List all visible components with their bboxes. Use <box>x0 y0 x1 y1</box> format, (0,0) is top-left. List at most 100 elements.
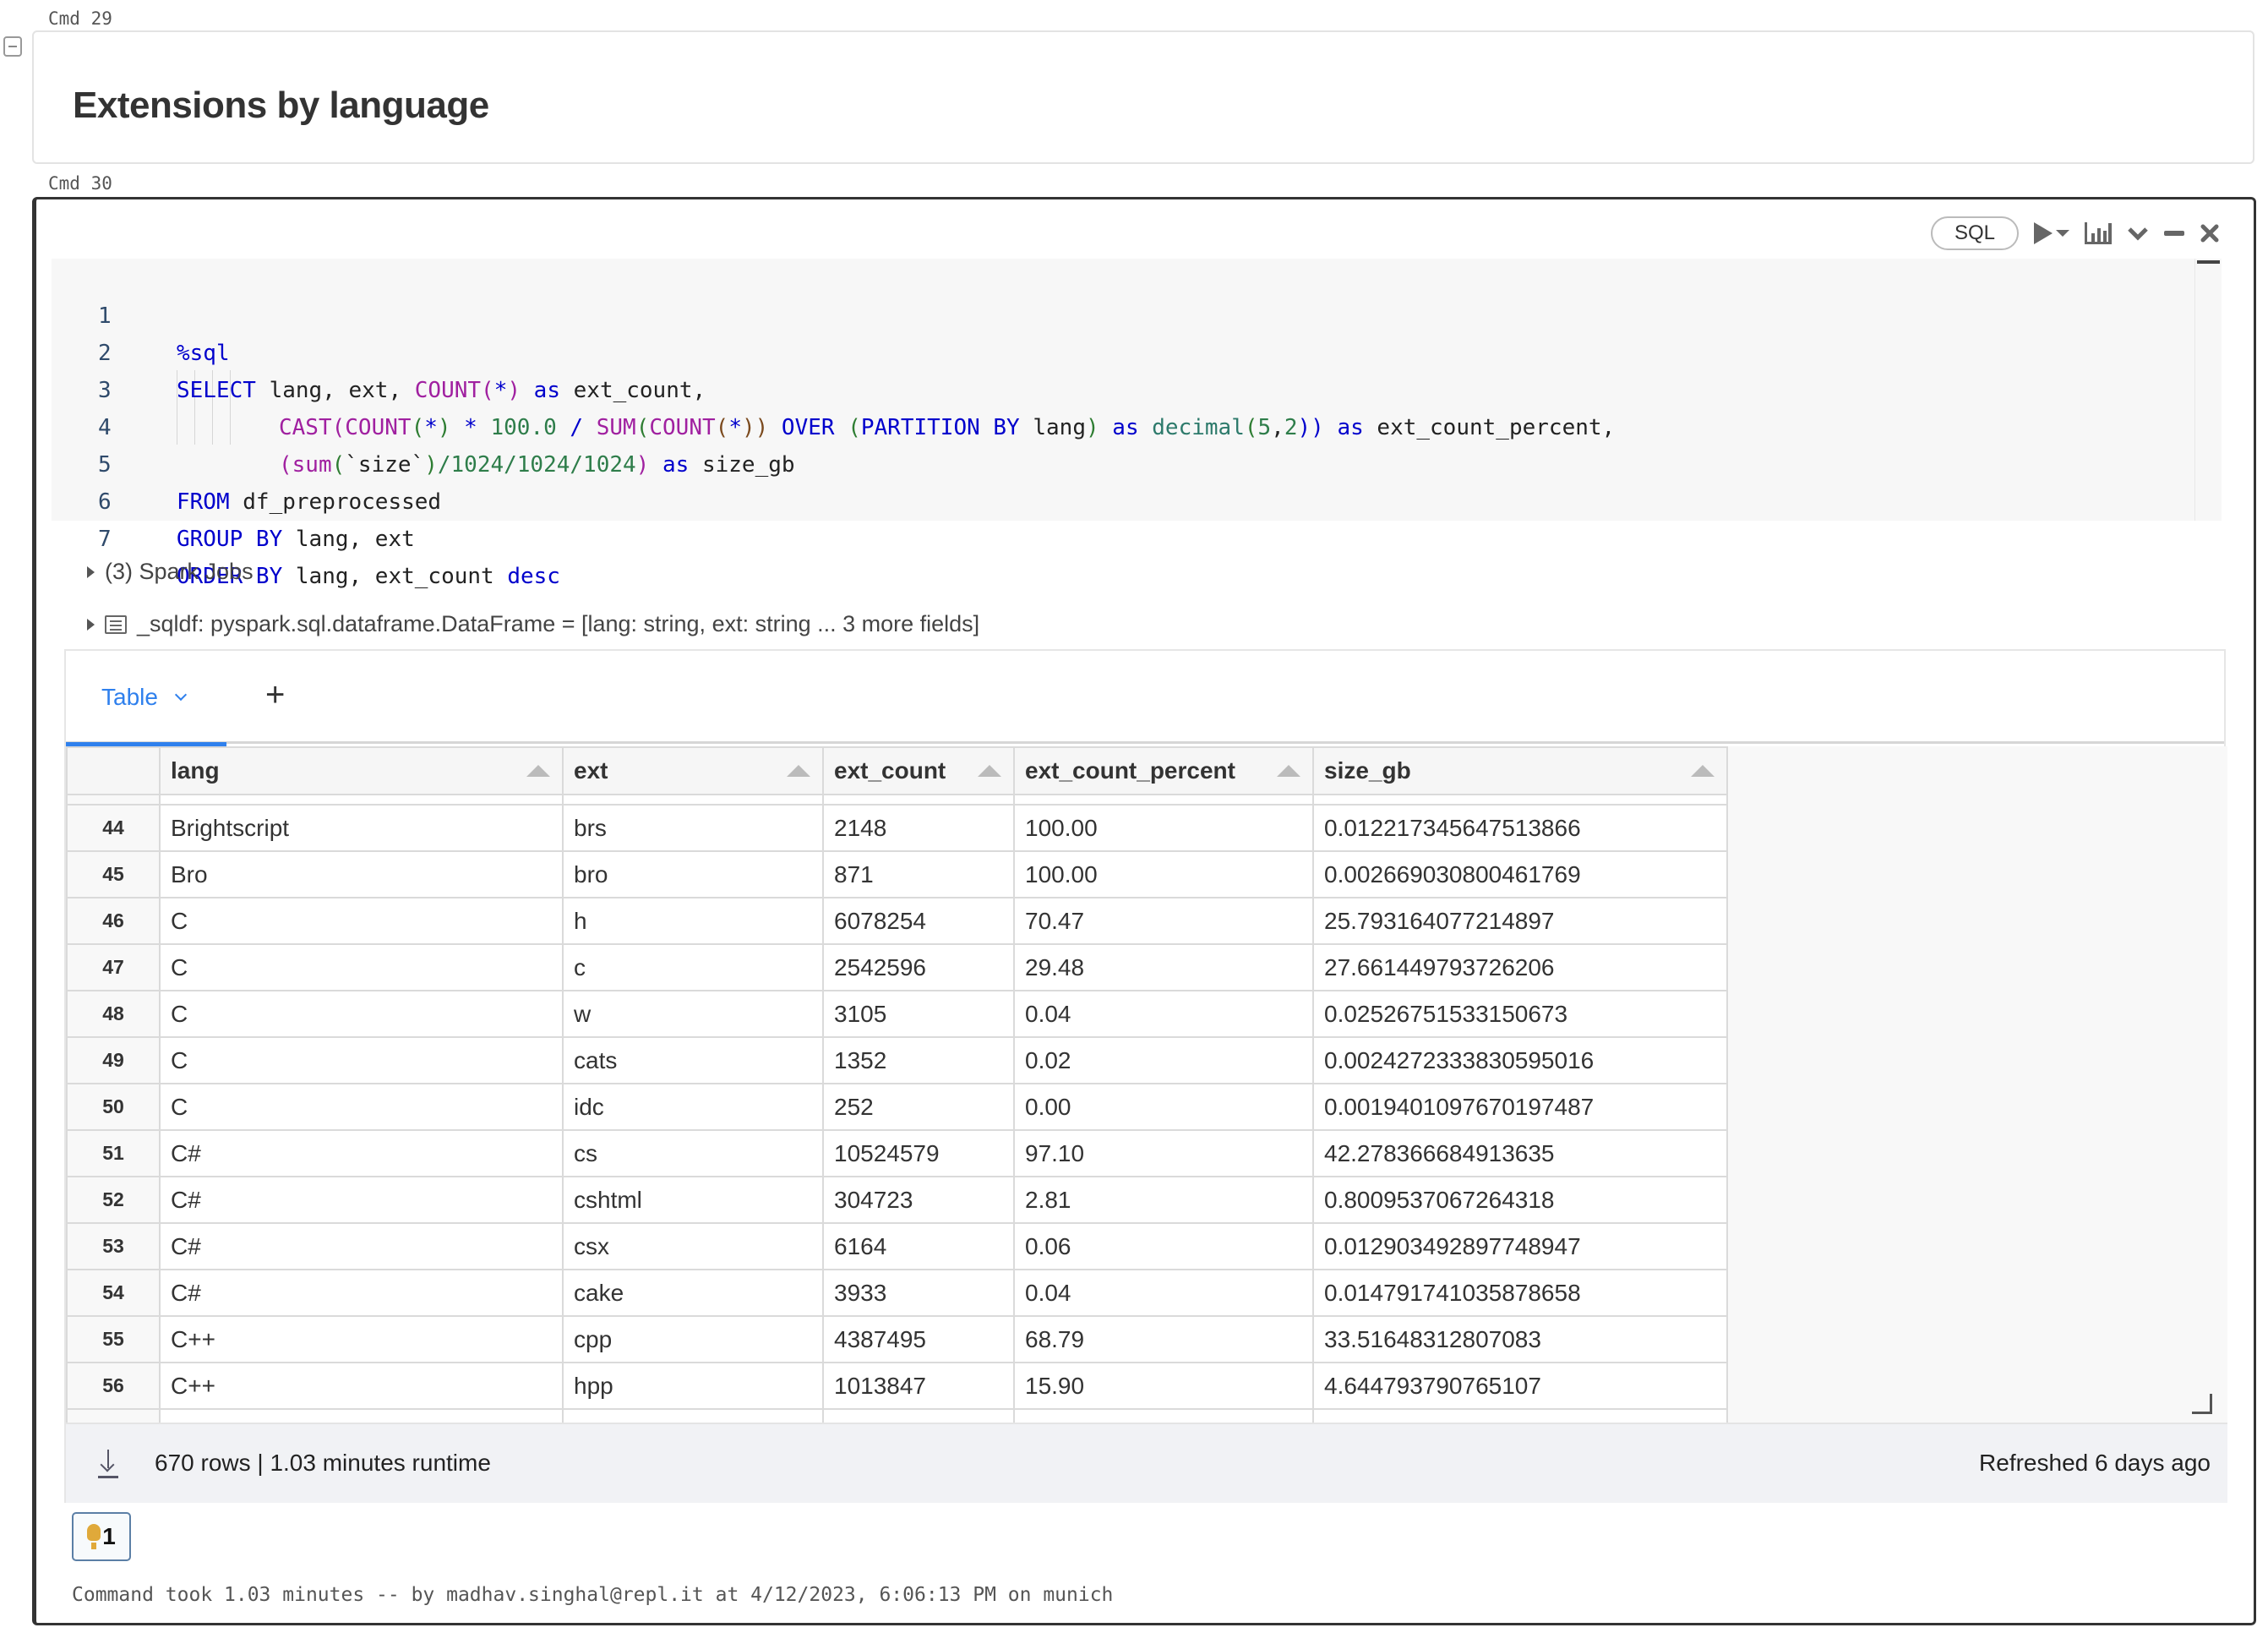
cell-ext-count-percent[interactable]: 70.47 <box>1013 897 1314 945</box>
cell-ext-count-percent[interactable]: 0.02 <box>1013 1036 1314 1084</box>
cell-size-gb[interactable]: 25.793164077214897 <box>1312 897 1728 945</box>
cell-ext[interactable]: idc <box>562 1083 824 1131</box>
table-row[interactable]: 48 Cw 3105 0.04 0.02526751533150673 <box>66 990 1728 1038</box>
table-row[interactable]: 49 Ccats 1352 0.02 0.0024272333830595016 <box>66 1036 1728 1084</box>
cell-ext-count-percent[interactable]: 0.06 <box>1013 1222 1314 1270</box>
cell-size-gb[interactable]: 33.51648312807083 <box>1312 1315 1728 1363</box>
cell-ext[interactable]: cshtml <box>562 1176 824 1224</box>
cell-ext-count-percent[interactable]: 100.00 <box>1013 804 1314 852</box>
table-row[interactable]: 54 C# cake 3933 0.04 0.014791741035878658 <box>66 1269 1728 1317</box>
table-row[interactable]: 55 C++ cpp 4387495 68.79 33.51648312807083 <box>66 1315 1728 1363</box>
tab-table[interactable]: Table <box>66 651 226 746</box>
column-header[interactable]: ext <box>562 746 824 795</box>
editor-scrollbar[interactable] <box>2194 259 2222 521</box>
cell-lang[interactable]: C <box>159 1083 564 1131</box>
column-header[interactable]: ext_count_percent <box>1013 746 1314 795</box>
hints-badge[interactable]: 1 <box>72 1512 131 1561</box>
cell-ext-count[interactable]: 304723 <box>822 1176 1015 1224</box>
table-row[interactable]: 52 C# cshtml 304723 2.81 0.8009537067264318 <box>66 1176 1728 1224</box>
table-row[interactable]: 47 Cc 2542596 29.48 27.661449793726206 <box>66 943 1728 991</box>
cell-lang[interactable]: C <box>159 897 564 945</box>
cell-lang[interactable]: C# <box>159 1222 564 1270</box>
cell-ext-count[interactable]: 2148 <box>822 804 1015 852</box>
table-row[interactable]: 46 Ch 6078254 70.47 25.793164077214897 <box>66 897 1728 945</box>
cell-size-gb[interactable]: 0.0019401097670197487 <box>1312 1083 1728 1131</box>
cell-lang[interactable]: C <box>159 1036 564 1084</box>
table-row[interactable]: 51 C# cs 10524579 97.10 42.278366684913635 <box>66 1129 1728 1177</box>
run-menu-caret-icon[interactable] <box>2056 230 2069 237</box>
chart-button[interactable] <box>2085 222 2112 244</box>
language-badge[interactable]: SQL <box>1930 216 2019 250</box>
markdown-cell[interactable]: Extensions by language <box>32 30 2254 164</box>
cell-ext-count[interactable]: 10524579 <box>822 1129 1015 1177</box>
table-row[interactable]: 45 Bro bro 871 100.00 0.002669030800461769 <box>66 850 1728 898</box>
cell-ext-count[interactable]: 3105 <box>822 990 1015 1038</box>
cell-size-gb[interactable]: 0.0024272333830595016 <box>1312 1036 1728 1084</box>
code-cell[interactable]: SQL 1 %sql 2 SELECT lang, ext, COUNT(*) … <box>32 197 2256 1625</box>
cell-ext[interactable]: hpp <box>562 1362 824 1410</box>
table-row[interactable]: 53 C# csx 6164 0.06 0.012903492897748947 <box>66 1222 1728 1270</box>
sort-ascending-icon[interactable] <box>526 765 550 777</box>
cell-ext[interactable]: h <box>562 897 824 945</box>
run-cell-button[interactable] <box>2034 222 2069 244</box>
cell-ext[interactable]: cpp <box>562 1315 824 1363</box>
cell-ext-count-percent[interactable]: 0.04 <box>1013 990 1314 1038</box>
cell-ext[interactable]: cake <box>562 1269 824 1317</box>
cell-ext[interactable]: cs <box>562 1129 824 1177</box>
cell-size-gb[interactable]: 42.278366684913635 <box>1312 1129 1728 1177</box>
table-row[interactable]: 56 C++ hpp 1013847 15.90 4.644793790765107 <box>66 1362 1728 1410</box>
cell-size-gb[interactable]: 0.012903492897748947 <box>1312 1222 1728 1270</box>
sort-ascending-icon[interactable] <box>978 765 1001 777</box>
cell-ext-count[interactable]: 4387495 <box>822 1315 1015 1363</box>
close-button[interactable] <box>2200 223 2220 243</box>
cell-lang[interactable]: C <box>159 943 564 991</box>
cell-ext[interactable]: c <box>562 943 824 991</box>
cell-lang[interactable]: Brightscript <box>159 804 564 852</box>
cell-size-gb[interactable]: 0.012217345647513866 <box>1312 804 1728 852</box>
cell-lang[interactable]: C# <box>159 1129 564 1177</box>
cell-size-gb[interactable]: 0.02526751533150673 <box>1312 990 1728 1038</box>
minimize-button[interactable] <box>2164 231 2184 236</box>
cell-lang[interactable]: C <box>159 990 564 1038</box>
download-icon[interactable] <box>98 1450 118 1478</box>
cell-ext-count-percent[interactable]: 68.79 <box>1013 1315 1314 1363</box>
add-visualization-button[interactable]: + <box>265 676 285 714</box>
sort-ascending-icon[interactable] <box>787 765 810 777</box>
table-row[interactable]: 50 Cidc 252 0.00 0.0019401097670197487 <box>66 1083 1728 1131</box>
cell-menu-button[interactable] <box>2127 226 2149 241</box>
cell-ext-count[interactable]: 3933 <box>822 1269 1015 1317</box>
cell-ext-count-percent[interactable]: 100.00 <box>1013 850 1314 898</box>
resize-handle[interactable] <box>2192 1394 2212 1414</box>
spark-jobs-toggle[interactable]: (3) Spark Jobs <box>87 559 254 585</box>
cell-size-gb[interactable]: 27.661449793726206 <box>1312 943 1728 991</box>
cell-lang[interactable]: C++ <box>159 1362 564 1410</box>
cell-ext-count[interactable]: 6078254 <box>822 897 1015 945</box>
column-header[interactable]: size_gb <box>1312 746 1728 795</box>
code-editor[interactable]: 1 %sql 2 SELECT lang, ext, COUNT(*) as e… <box>52 259 2222 589</box>
cell-ext-count-percent[interactable]: 97.10 <box>1013 1129 1314 1177</box>
cell-size-gb[interactable]: 4.644793790765107 <box>1312 1362 1728 1410</box>
sqldf-schema-toggle[interactable]: _sqldf: pyspark.sql.dataframe.DataFrame … <box>87 611 979 637</box>
cell-ext-count-percent[interactable]: 15.90 <box>1013 1362 1314 1410</box>
cell-ext-count-percent[interactable]: 2.81 <box>1013 1176 1314 1224</box>
cell-ext-count-percent[interactable]: 29.48 <box>1013 943 1314 991</box>
cell-ext-count[interactable]: 252 <box>822 1083 1015 1131</box>
cell-ext[interactable]: bro <box>562 850 824 898</box>
cell-ext-count[interactable]: 871 <box>822 850 1015 898</box>
cell-ext-count-percent[interactable]: 0.00 <box>1013 1083 1314 1131</box>
table-row[interactable]: 44 Brightscript brs 2148 100.00 0.01221734564… <box>66 804 1728 852</box>
cell-ext[interactable]: brs <box>562 804 824 852</box>
cell-lang[interactable]: C# <box>159 1269 564 1317</box>
cell-ext-count[interactable]: 2542596 <box>822 943 1015 991</box>
cell-ext-count[interactable]: 1352 <box>822 1036 1015 1084</box>
cell-size-gb[interactable]: 0.002669030800461769 <box>1312 850 1728 898</box>
chevron-down-icon[interactable] <box>174 688 188 702</box>
column-header[interactable]: ext_count <box>822 746 1015 795</box>
cell-size-gb[interactable]: 0.014791741035878658 <box>1312 1269 1728 1317</box>
column-header[interactable]: lang <box>159 746 564 795</box>
cell-lang[interactable]: C# <box>159 1176 564 1224</box>
sort-ascending-icon[interactable] <box>1691 765 1715 777</box>
cell-ext-count-percent[interactable]: 0.04 <box>1013 1269 1314 1317</box>
sort-ascending-icon[interactable] <box>1277 765 1300 777</box>
cell-lang[interactable]: C++ <box>159 1315 564 1363</box>
